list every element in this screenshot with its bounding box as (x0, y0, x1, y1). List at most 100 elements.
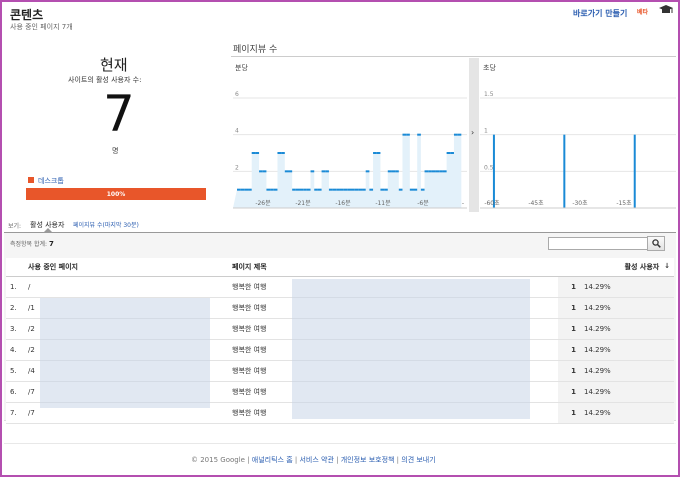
minute-bar-cap (439, 170, 443, 173)
second-plot-bg (480, 98, 676, 208)
minute-bar-cap (409, 188, 414, 191)
minute-bar-cap (391, 170, 396, 173)
row-active-count: 1 (558, 360, 580, 382)
minute-bar-cap (328, 188, 333, 191)
col-index (6, 258, 24, 277)
table-header-row: 사용 중인 페이지 페이지 제목 활성 사용자 ↓ (6, 258, 674, 277)
minute-y-tick: 2 (235, 164, 239, 171)
minute-bar-cap (362, 188, 366, 191)
minute-bar-cap (262, 170, 267, 173)
minute-x-tick: -11분 (375, 200, 391, 207)
minute-bar-cap (273, 188, 278, 191)
minute-bar-cap (244, 188, 249, 191)
minute-bar-cap (380, 188, 385, 191)
users-unit: 명 (112, 147, 119, 155)
sort-desc-icon[interactable]: ↓ (659, 262, 670, 270)
tab-pageviews-last-30[interactable]: 페이지뷰 수(마지막 30분) (73, 220, 139, 229)
row-active-count: 1 (558, 381, 580, 403)
second-panel-label: 초당 (483, 64, 496, 72)
second-x-tick: -45초 (528, 200, 544, 207)
chart-toggle-arrow-icon[interactable]: › (471, 128, 474, 137)
desktop-legend-label: 데스크톱 (38, 177, 64, 185)
row-index: 6. (6, 381, 24, 403)
row-active-percent: 14.29% (580, 360, 674, 382)
minute-bar-cap (303, 188, 307, 191)
minute-bar-cap (347, 188, 351, 191)
minute-bar-cap (369, 188, 374, 191)
minute-x-tick: -6분 (417, 200, 429, 207)
view-label: 보기: (8, 223, 22, 230)
minute-bar-cap (288, 170, 293, 173)
row-active-percent: 14.29% (580, 381, 674, 403)
minute-bar-cap (281, 152, 285, 154)
row-active-percent: 14.29% (580, 402, 674, 424)
minute-bar-cap (384, 188, 388, 191)
active-users-count: 7 (103, 85, 135, 143)
minute-bar-cap (376, 152, 381, 154)
second-bar (492, 134, 495, 208)
pageviews-divider (231, 56, 676, 57)
footer-link-privacy[interactable]: 개인정보 보호정책 (341, 456, 395, 464)
minute-bar-cap (314, 188, 318, 191)
search-button[interactable] (647, 236, 665, 251)
second-x-tick: -60초 (484, 200, 500, 207)
minute-bar-cap (413, 188, 418, 191)
minute-bar-cap (395, 170, 399, 173)
minute-bar-cap (255, 152, 260, 154)
row-active-percent: 14.29% (580, 318, 674, 340)
minute-bar-cap (317, 188, 322, 191)
footer-link-home[interactable]: 애널리틱스 홈 (252, 456, 293, 464)
second-x-tick: -30초 (572, 200, 588, 207)
minute-bar-cap (259, 170, 263, 173)
col-active-users-label: 활성 사용자 (624, 262, 660, 271)
second-y-tick: 1 (484, 128, 488, 135)
minute-bar-cap (266, 188, 271, 191)
row-active-percent: 14.29% (580, 276, 674, 298)
minute-bar-cap (237, 188, 241, 191)
device-share-percent: 100% (106, 190, 126, 198)
minute-bar-cap (295, 188, 300, 191)
minute-bar-cap (332, 188, 337, 191)
minute-bar-cap (373, 152, 377, 154)
row-page-path[interactable]: / (24, 276, 228, 298)
minute-bar-cap (277, 152, 282, 154)
col-page[interactable]: 사용 중인 페이지 (24, 258, 228, 277)
graduation-cap-icon[interactable] (659, 5, 673, 15)
row-active-count: 1 (558, 297, 580, 319)
footer: © 2015 Google | 애널리틱스 홈 | 서비스 약관 | 개인정보 … (191, 456, 436, 464)
minute-bar-cap (251, 152, 256, 154)
minute-bar-cap (457, 133, 462, 136)
row-active-percent: 14.29% (580, 297, 674, 319)
row-index: 4. (6, 339, 24, 361)
row-active-count: 1 (558, 339, 580, 361)
row-index: 7. (6, 402, 24, 424)
col-active-users[interactable]: 활성 사용자 ↓ (558, 258, 674, 277)
pageviews-charts: 2 4 6 -26분 -21분 -16분 -11분 -6분 - 0.5 1 1.5 -60초 -45초 -3… (233, 91, 676, 209)
row-active-percent: 14.29% (580, 339, 674, 361)
minute-panel-label: 분당 (235, 64, 248, 72)
row-index: 2. (6, 297, 24, 319)
row-index: 1. (6, 276, 24, 298)
device-share-bar: 100% (26, 188, 206, 200)
create-shortcut-link[interactable]: 바로가기 만들기 (573, 8, 627, 19)
footer-copyright: © 2015 Google (191, 456, 245, 464)
minute-bar-cap (435, 170, 440, 173)
footer-link-terms[interactable]: 서비스 약관 (299, 456, 333, 464)
metric-total-label: 측정항목 합계: (10, 241, 48, 248)
minute-bar-cap (292, 188, 296, 191)
minute-x-tick: -16분 (335, 200, 351, 207)
now-label: 현재 (100, 56, 128, 74)
minute-bar-cap (306, 188, 311, 191)
redacted-page-paths (40, 298, 210, 408)
device-share-fill: 100% (26, 188, 206, 200)
tab-caret (44, 228, 52, 232)
col-title[interactable]: 페이지 제목 (228, 258, 558, 277)
footer-link-feedback[interactable]: 의견 보내기 (401, 456, 435, 464)
minute-bar-cap (351, 188, 355, 191)
table-search-input[interactable] (548, 237, 648, 250)
second-y-tick: 0.5 (484, 164, 494, 171)
footer-divider (4, 443, 676, 444)
metric-total-value: 7 (48, 240, 54, 248)
beta-badge: 베타 (637, 9, 649, 16)
redacted-page-titles (292, 279, 530, 419)
